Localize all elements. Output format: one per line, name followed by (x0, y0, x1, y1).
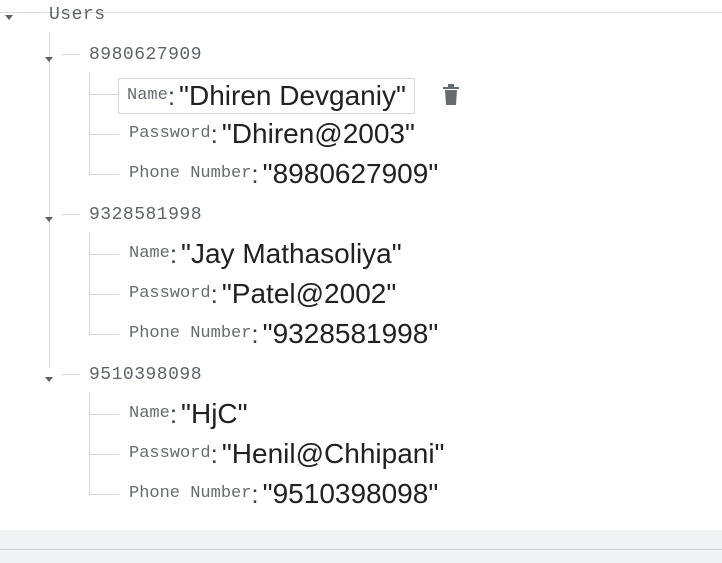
field-row-name[interactable]: Name : "Dhiren Devganiy" (118, 78, 415, 114)
tree-connector (89, 232, 90, 335)
panel-footer (0, 530, 722, 563)
tree-connector (62, 54, 80, 55)
field-key: Name (129, 244, 170, 263)
field-value[interactable]: "9328581998" (263, 319, 439, 349)
caret-down-icon[interactable] (45, 377, 53, 382)
tree-connector (89, 72, 90, 175)
field-key: Phone Number (129, 164, 252, 183)
panel-bottom-border (0, 549, 722, 550)
caret-down-icon[interactable] (5, 15, 13, 20)
field-value[interactable]: "9510398098" (263, 479, 439, 509)
tree-connector (89, 94, 118, 95)
panel-top-border (0, 12, 722, 13)
field-key: Phone Number (129, 484, 252, 503)
field-colon: : (210, 279, 218, 309)
field-colon: : (167, 81, 176, 111)
field-row-phone[interactable]: Phone Number : "9328581998" (129, 317, 438, 351)
caret-down-icon[interactable] (45, 217, 53, 222)
field-row-name[interactable]: Name : "HjC" (129, 397, 248, 431)
field-row-name[interactable]: Name : "Jay Mathasoliya" (129, 237, 402, 271)
field-key: Phone Number (129, 324, 252, 343)
field-row-phone[interactable]: Phone Number : "9510398098" (129, 477, 438, 511)
field-key: Password (129, 124, 211, 143)
field-row-password[interactable]: Password : "Dhiren@2003" (129, 117, 415, 151)
field-row-password[interactable]: Password : "Henil@Chhipani" (129, 437, 445, 471)
field-colon: : (251, 479, 259, 509)
user-node-key[interactable]: 9328581998 (89, 205, 202, 225)
field-colon: : (251, 159, 259, 189)
field-row-password[interactable]: Password : "Patel@2002" (129, 277, 396, 311)
tree-connector (89, 294, 119, 295)
field-colon: : (251, 319, 259, 349)
user-node-key[interactable]: 8980627909 (89, 45, 202, 65)
tree-connector (89, 392, 90, 495)
field-value[interactable]: "HjC" (181, 399, 248, 429)
field-key: Name (129, 404, 170, 423)
root-node-key[interactable]: Users (49, 5, 106, 25)
tree-connector (89, 254, 119, 255)
field-colon: : (169, 239, 178, 269)
field-key: Password (129, 444, 211, 463)
tree-connector (22, 12, 40, 13)
trash-icon[interactable] (441, 83, 461, 107)
tree-connector (89, 454, 119, 455)
user-node-key[interactable]: 9510398098 (89, 365, 202, 385)
tree-connector (62, 374, 80, 375)
field-value[interactable]: "Patel@2002" (222, 279, 396, 309)
tree-connector (62, 214, 80, 215)
tree-connector (89, 414, 119, 415)
tree-connector (89, 174, 119, 175)
field-colon: : (210, 439, 218, 469)
field-row-phone[interactable]: Phone Number : "8980627909" (129, 157, 438, 191)
field-value[interactable]: "8980627909" (263, 159, 439, 189)
field-key: Name (127, 86, 168, 105)
tree-connector (89, 134, 119, 135)
field-value[interactable]: "Jay Mathasoliya" (181, 239, 402, 269)
tree-connector (89, 494, 119, 495)
field-value[interactable]: "Dhiren Devganiy" (179, 81, 406, 111)
field-value[interactable]: "Dhiren@2003" (222, 119, 415, 149)
field-colon: : (169, 399, 178, 429)
field-colon: : (210, 119, 218, 149)
field-value[interactable]: "Henil@Chhipani" (222, 439, 445, 469)
tree-connector (89, 334, 119, 335)
field-key: Password (129, 284, 211, 303)
caret-down-icon[interactable] (45, 57, 53, 62)
tree-connector (49, 33, 50, 368)
